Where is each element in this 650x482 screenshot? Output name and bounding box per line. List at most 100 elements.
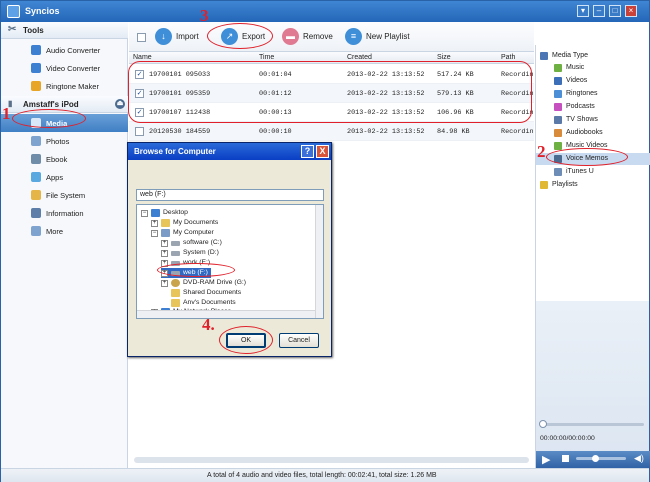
collapse-icon[interactable]: − — [141, 210, 148, 217]
cell-time: 00:00:10 — [259, 128, 292, 136]
table-row[interactable]: 20120530 184559 00:00:10 2013-02-22 13:1… — [129, 122, 534, 141]
file-system-icon — [31, 190, 41, 200]
tools-header[interactable]: ✂ Tools — [1, 22, 128, 39]
tree-horizontal-scrollbar[interactable] — [137, 310, 315, 318]
column-size[interactable]: Size — [437, 54, 451, 61]
media-item-podcasts[interactable]: Podcasts — [536, 101, 650, 113]
itunes-u-icon — [554, 168, 562, 176]
tree-vertical-scrollbar[interactable] — [315, 205, 323, 318]
media-item-videos[interactable]: Videos — [536, 75, 650, 87]
annotation-circle-ok — [219, 326, 273, 354]
eject-icon[interactable]: ⏏ — [115, 99, 125, 109]
drive-icon — [171, 241, 180, 246]
expand-icon[interactable]: + — [151, 220, 158, 227]
cell-name: 20120530 184559 — [149, 128, 211, 136]
media-item-itunes-u[interactable]: iTunes U — [536, 166, 650, 178]
expand-icon[interactable]: + — [161, 250, 168, 257]
sidebar-item-more[interactable]: More — [1, 222, 128, 240]
media-item-tv-shows[interactable]: TV Shows — [536, 114, 650, 126]
folder-icon — [171, 299, 180, 307]
row-checkbox[interactable] — [135, 127, 144, 136]
annotation-number-3: 3 — [200, 6, 209, 25]
player-panel: 00:00:00/00:00:00 ▶ ◀) — [535, 301, 650, 468]
annotation-number-2: 2 — [537, 142, 546, 161]
sidebar-item-audio-converter[interactable]: Audio Converter — [1, 41, 128, 59]
sidebar-item-video-converter[interactable]: Video Converter — [1, 59, 128, 77]
syncios-logo-icon — [7, 5, 20, 18]
dialog-title-bar: Browse for Computer ? X — [128, 143, 331, 160]
trash-icon: ▬ — [282, 28, 299, 45]
sidebar-item-apps[interactable]: Apps — [1, 168, 128, 186]
music-icon — [554, 64, 562, 72]
minimize-button[interactable]: – — [593, 5, 605, 17]
import-button[interactable]: ↓ Import — [155, 28, 215, 46]
cell-path: Recordin — [501, 128, 534, 136]
select-all-checkbox[interactable] — [137, 33, 146, 42]
column-created[interactable]: Created — [347, 54, 372, 61]
player-time: 00:00:00/00:00:00 — [540, 435, 595, 442]
photos-icon — [31, 136, 41, 146]
ebook-icon — [31, 154, 41, 164]
dialog-close-button[interactable]: X — [316, 145, 329, 158]
annotation-circle-voice-memos — [546, 148, 628, 166]
volume-slider[interactable] — [576, 457, 626, 460]
ringtone-maker-icon — [31, 81, 41, 91]
stop-icon[interactable] — [562, 455, 569, 462]
selected-path-field: web (F:) — [136, 189, 324, 201]
column-path[interactable]: Path — [501, 54, 515, 61]
column-name[interactable]: Name — [133, 54, 152, 61]
column-time[interactable]: Time — [259, 54, 274, 61]
annotation-number-4: 4. — [202, 315, 215, 334]
media-type-icon — [540, 52, 548, 60]
progress-track[interactable] — [542, 423, 644, 426]
collapse-icon[interactable]: − — [151, 230, 158, 237]
tools-icon: ✂ — [8, 24, 17, 35]
media-item-ringtones[interactable]: Ringtones — [536, 88, 650, 100]
sidebar-item-ringtone-maker[interactable]: Ringtone Maker — [1, 77, 128, 95]
close-button[interactable]: × — [625, 5, 637, 17]
app-title: Syncios — [25, 6, 60, 16]
sidebar-item-file-system[interactable]: File System — [1, 186, 128, 204]
sidebar-item-photos[interactable]: Photos — [1, 132, 128, 150]
annotation-number-1: 1 — [2, 104, 11, 123]
computer-icon — [161, 229, 170, 237]
list-horizontal-scrollbar[interactable] — [134, 457, 529, 463]
ringtones-icon — [554, 90, 562, 98]
cell-size: 84.98 KB — [437, 128, 470, 136]
video-converter-icon — [31, 63, 41, 73]
podcasts-icon — [554, 103, 562, 111]
maximize-button[interactable]: □ — [609, 5, 621, 17]
audiobooks-icon — [554, 129, 562, 137]
music-videos-icon — [554, 142, 562, 150]
annotation-box-selected-rows — [128, 61, 532, 123]
help-button[interactable]: ? — [301, 145, 314, 158]
dvd-drive-icon — [171, 279, 180, 287]
remove-button[interactable]: ▬ Remove — [282, 28, 342, 46]
progress-thumb[interactable] — [539, 420, 547, 428]
volume-thumb[interactable] — [592, 455, 599, 462]
speaker-icon[interactable]: ◀) — [634, 453, 644, 464]
media-item-audiobooks[interactable]: Audiobooks — [536, 127, 650, 139]
media-item-music[interactable]: Music — [536, 62, 650, 74]
media-item-playlists[interactable]: Playlists — [536, 179, 650, 191]
expand-icon[interactable]: + — [161, 240, 168, 247]
folder-icon — [161, 219, 170, 227]
sidebar-item-information[interactable]: Information — [1, 204, 128, 222]
information-icon — [31, 208, 41, 218]
new-playlist-button[interactable]: ≡ New Playlist — [345, 28, 425, 46]
title-bar: Syncios ▾ – □ × — [1, 1, 649, 22]
folder-tree: − Desktop + My Documents − My Computer +… — [136, 204, 324, 319]
player-controls: ▶ ◀) — [536, 451, 650, 468]
sidebar-item-ebook[interactable]: Ebook — [1, 150, 128, 168]
videos-icon — [554, 77, 562, 85]
expand-icon[interactable]: + — [161, 280, 168, 287]
import-icon: ↓ — [155, 28, 172, 45]
tv-shows-icon — [554, 116, 562, 124]
media-type-header: Media Type — [536, 50, 650, 62]
play-icon[interactable]: ▶ — [542, 453, 550, 466]
status-text: A total of 4 audio and video files, tota… — [207, 472, 437, 479]
desktop-icon — [151, 209, 160, 217]
menu-button[interactable]: ▾ — [577, 5, 589, 17]
cancel-button[interactable]: Cancel — [279, 333, 319, 348]
annotation-circle-export — [207, 23, 273, 49]
